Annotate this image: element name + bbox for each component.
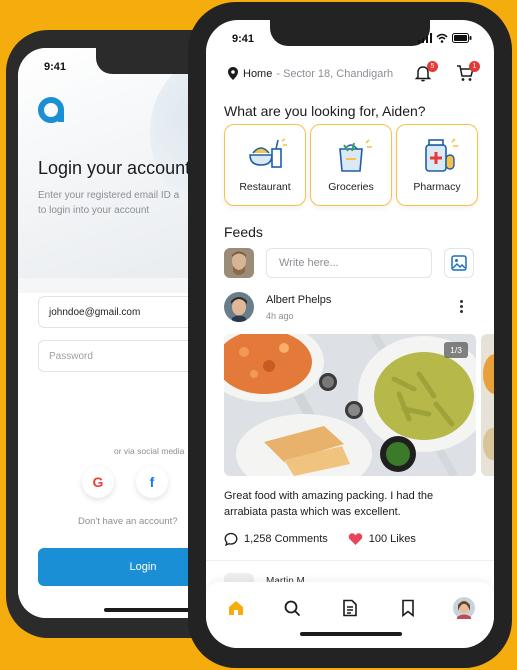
status-time: 9:41: [44, 61, 67, 73]
bookmark-icon: [402, 599, 414, 617]
tab-profile[interactable]: [452, 596, 476, 620]
signup-prompt[interactable]: Don't have an account?: [78, 516, 178, 527]
signal-icon: [418, 33, 432, 43]
feed-screen: 9:41 Home - Sector 18, Chandigarh 5 1 Wh…: [206, 20, 494, 648]
post-divider: [206, 560, 494, 561]
likes-count: 100 Likes: [368, 533, 416, 545]
category-label: Restaurant: [239, 181, 291, 193]
login-title: Login your account: [38, 158, 191, 178]
feeds-title: Feeds: [224, 224, 263, 240]
image-counter: 1/3: [444, 342, 468, 358]
greeting-question: What are you looking for, Aiden?: [224, 103, 426, 119]
home-icon: [229, 601, 243, 615]
post-author-name[interactable]: Albert Phelps: [266, 294, 331, 306]
next-image-preview[interactable]: [481, 334, 494, 476]
heart-icon: [348, 533, 363, 545]
notifications-button[interactable]: 5: [414, 61, 438, 84]
tab-home[interactable]: [224, 596, 248, 620]
google-login-button[interactable]: G: [82, 466, 114, 498]
category-pharmacy[interactable]: Pharmacy: [396, 124, 478, 206]
home-indicator: [300, 632, 402, 636]
social-login-label: or via social media: [114, 446, 185, 456]
add-image-button[interactable]: [444, 248, 474, 278]
restaurant-icon: [249, 138, 287, 168]
category-groceries[interactable]: Groceries: [310, 124, 392, 206]
post-image[interactable]: 1/3: [224, 334, 476, 476]
tab-bookmarks[interactable]: [396, 596, 420, 620]
write-post-input[interactable]: Write here...: [266, 248, 432, 278]
location-label: Home: [243, 67, 273, 80]
bottom-tab-bar: [206, 582, 494, 648]
groceries-icon: [339, 139, 372, 172]
google-icon: G: [92, 474, 104, 490]
wifi-icon: [436, 33, 448, 43]
cart-badge: 1: [469, 61, 480, 72]
post-stats: 1,258 Comments 100 Likes: [224, 532, 416, 546]
likes-button[interactable]: 100 Likes: [348, 532, 416, 546]
image-icon: [451, 255, 467, 271]
category-label: Pharmacy: [413, 181, 461, 193]
battery-icon: [452, 33, 472, 43]
post-time: 4h ago: [266, 311, 294, 321]
facebook-login-button[interactable]: f: [136, 466, 168, 498]
more-options-icon[interactable]: [460, 300, 463, 313]
home-indicator: [104, 608, 200, 612]
status-time: 9:41: [232, 33, 255, 45]
location-selector[interactable]: Home - Sector 18, Chandigarh: [228, 67, 393, 80]
location-pin-icon: [228, 67, 238, 80]
app-logo-icon: [38, 97, 64, 123]
comment-icon: [224, 532, 238, 546]
search-icon: [284, 600, 300, 616]
orders-icon: [343, 599, 357, 617]
current-user-avatar[interactable]: [224, 248, 254, 278]
facebook-icon: f: [149, 474, 155, 490]
tab-search[interactable]: [280, 596, 304, 620]
comments-button[interactable]: 1,258 Comments: [224, 532, 328, 546]
cart-button[interactable]: 1: [456, 61, 480, 84]
profile-avatar: [453, 597, 475, 619]
category-restaurant[interactable]: Restaurant: [224, 124, 306, 206]
status-icons: [418, 33, 472, 43]
post-author-avatar[interactable]: [224, 292, 254, 322]
pharmacy-icon: [425, 138, 458, 172]
food-photo: [224, 334, 476, 476]
comments-count: 1,258 Comments: [244, 533, 328, 545]
phone-notch: [270, 20, 430, 46]
tab-orders[interactable]: [338, 596, 362, 620]
notification-badge: 5: [427, 61, 438, 72]
category-label: Groceries: [328, 181, 374, 193]
post-caption: Great food with amazing packing. I had t…: [224, 490, 434, 518]
location-detail: - Sector 18, Chandigarh: [276, 67, 394, 80]
